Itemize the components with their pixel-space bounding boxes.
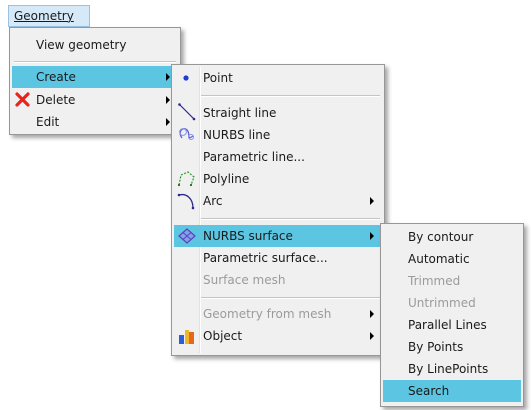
arc-icon xyxy=(177,191,197,211)
menu-item-label: Arc xyxy=(203,194,223,208)
menu-item-parametric-surface[interactable]: Parametric surface... xyxy=(174,247,382,269)
menu-item-automatic[interactable]: Automatic xyxy=(383,248,521,270)
menu-item-by-linepoints[interactable]: By LinePoints xyxy=(383,358,521,380)
menu-item-straight-line[interactable]: Straight line xyxy=(174,102,382,124)
menu-item-label: Point xyxy=(203,71,233,85)
menu-item-label: Geometry from mesh xyxy=(203,307,332,321)
menu-item-label: NURBS line xyxy=(203,128,271,142)
menu-item-edit[interactable]: Edit xyxy=(12,111,178,133)
menu-item-label: Polyline xyxy=(203,172,250,186)
menu-item-label: Surface mesh xyxy=(203,273,286,287)
menu-item-label: Search xyxy=(408,384,450,398)
menu-item-surface-mesh[interactable]: Surface mesh xyxy=(174,269,382,291)
menu-item-label: By Points xyxy=(408,340,464,354)
point-icon xyxy=(177,68,197,88)
menu-item-label: Automatic xyxy=(408,252,470,266)
menu-item-search[interactable]: Search xyxy=(383,380,521,402)
menu-item-label: Parallel Lines xyxy=(408,318,487,332)
menu-item-label: Delete xyxy=(36,93,76,107)
menu-item-create[interactable]: Create xyxy=(12,66,178,88)
polyline-icon xyxy=(177,169,197,189)
menu-item-label: Straight line xyxy=(203,106,277,120)
menu-item-label: Object xyxy=(203,329,243,343)
menubar-geometry[interactable]: Geometry xyxy=(8,5,90,27)
menu-item-label: View geometry xyxy=(36,38,127,52)
menu-item-label: Create xyxy=(36,70,76,84)
menu-item-nurbs-line[interactable]: NURBS line xyxy=(174,124,382,146)
menu-item-polyline[interactable]: Polyline xyxy=(174,168,382,190)
nurbs-surface-icon xyxy=(177,226,197,246)
menu-item-geometry-from-mesh[interactable]: Geometry from mesh xyxy=(174,303,382,325)
geometry-menu: View geometry Create Delete Edit xyxy=(9,27,181,135)
separator xyxy=(14,61,176,63)
menu-item-trimmed[interactable]: Trimmed xyxy=(383,270,521,292)
menu-item-by-points[interactable]: By Points xyxy=(383,336,521,358)
menu-item-nurbs-surface[interactable]: NURBS surface xyxy=(174,225,382,247)
menu-item-point[interactable]: Point xyxy=(174,67,382,89)
separator xyxy=(201,297,380,299)
separator xyxy=(201,95,380,97)
menu-item-by-contour[interactable]: By contour xyxy=(383,226,521,248)
submenu-arrow-icon xyxy=(370,310,374,318)
separator xyxy=(201,218,380,220)
menubar-geometry-label: Geometry xyxy=(14,9,74,23)
menu-item-untrimmed[interactable]: Untrimmed xyxy=(383,292,521,314)
menu-item-delete[interactable]: Delete xyxy=(12,89,178,111)
menu-item-label: By contour xyxy=(408,230,474,244)
menu-item-label: Parametric line... xyxy=(203,150,305,164)
menu-item-parametric-line[interactable]: Parametric line... xyxy=(174,146,382,168)
nurbs-surface-menu: By contour Automatic Trimmed Untrimmed P… xyxy=(380,223,524,407)
menu-item-object[interactable]: Object xyxy=(174,325,382,347)
straight-line-icon xyxy=(177,102,197,122)
object-icon xyxy=(177,326,197,346)
submenu-arrow-icon xyxy=(166,96,170,104)
submenu-arrow-icon xyxy=(166,73,170,81)
menu-item-parallel-lines[interactable]: Parallel Lines xyxy=(383,314,521,336)
submenu-arrow-icon xyxy=(370,232,374,240)
submenu-arrow-icon xyxy=(370,197,374,205)
nurbs-line-icon xyxy=(177,124,197,144)
menu-item-label: Trimmed xyxy=(408,274,461,288)
menu-item-label: Edit xyxy=(36,115,60,129)
delete-x-icon xyxy=(13,90,33,110)
menu-item-label: By LinePoints xyxy=(408,362,489,376)
menu-item-label: Untrimmed xyxy=(408,296,476,310)
submenu-arrow-icon xyxy=(166,118,170,126)
menu-item-view-geometry[interactable]: View geometry xyxy=(12,34,178,56)
create-menu: Point Straight line NURBS line Parametri… xyxy=(171,64,385,356)
menu-item-label: Parametric surface... xyxy=(203,251,328,265)
menu-item-label: NURBS surface xyxy=(203,229,293,243)
menu-item-arc[interactable]: Arc xyxy=(174,190,382,212)
submenu-arrow-icon xyxy=(370,332,374,340)
